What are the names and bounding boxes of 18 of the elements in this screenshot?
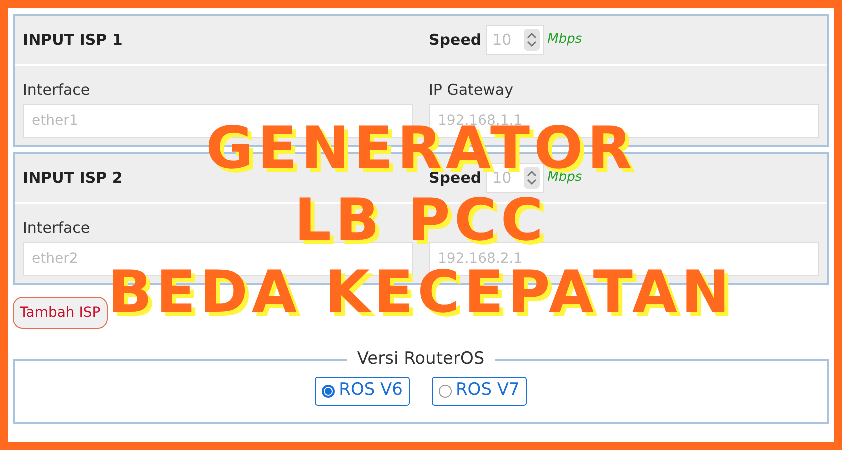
spinner-icon[interactable] (524, 167, 540, 189)
version-radio[interactable]: ROS V6 (315, 376, 410, 406)
speed-label: Speed (429, 168, 482, 189)
add-isp-button[interactable]: Tambah ISP (13, 297, 108, 329)
gateway-label: IP Gateway (429, 80, 514, 100)
version-legend: Versi RouterOS (347, 347, 495, 372)
interface-label: Interface (23, 218, 92, 238)
speed-label: Speed (429, 30, 482, 51)
spinner-icon[interactable] (524, 29, 540, 51)
radio-icon[interactable] (322, 384, 336, 398)
version-radio[interactable]: ROS V7 (432, 376, 527, 406)
isp-title: INPUT ISP 2 (23, 169, 123, 187)
interface-label: Interface (23, 80, 92, 100)
isp-title: INPUT ISP 1 (23, 31, 123, 49)
speed-unit: Mbps (548, 169, 582, 188)
radio-icon[interactable] (439, 384, 452, 398)
speed-unit: Mbps (548, 31, 582, 50)
overlay-title: LB PCC (294, 195, 548, 245)
